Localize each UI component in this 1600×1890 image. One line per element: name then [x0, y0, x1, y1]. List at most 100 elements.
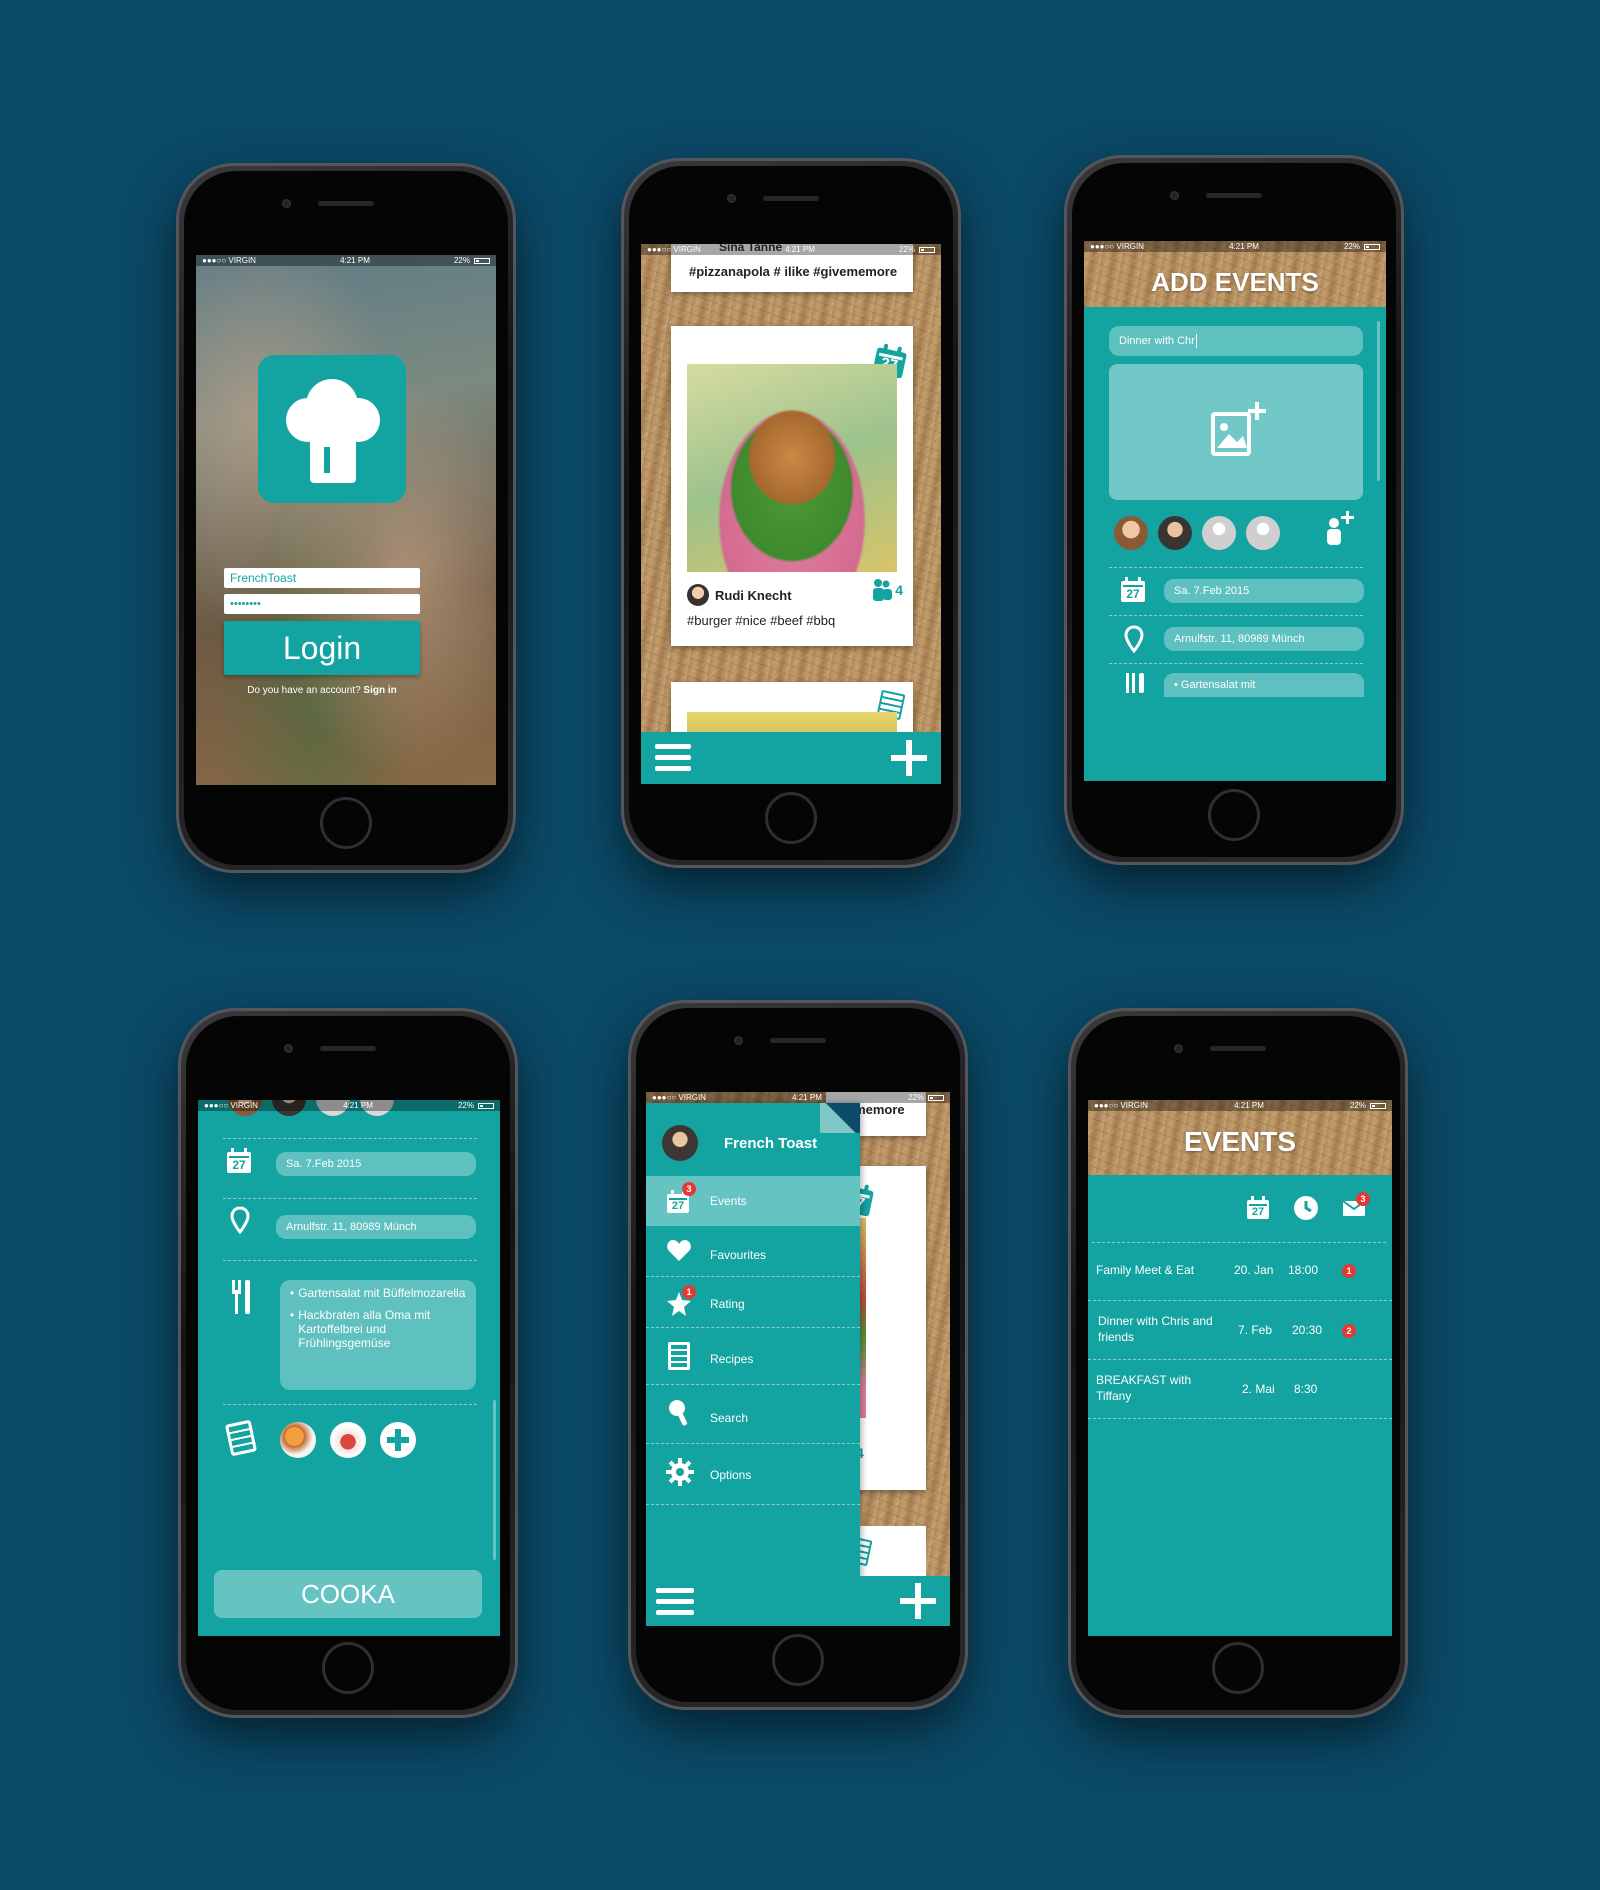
event-date: 20. Jan	[1234, 1263, 1274, 1277]
menu-item-recipes[interactable]: Recipes	[646, 1328, 860, 1385]
sort-bar: 27 3	[1088, 1188, 1392, 1228]
address-field[interactable]: Arnulfstr. 11, 80989 Münch	[1164, 627, 1364, 651]
event-row[interactable]: Dinner with Chris and friends 7. Feb 20:…	[1088, 1301, 1392, 1360]
menu-item-label: Favourites	[710, 1248, 767, 1262]
menu-item-label: Recipes	[710, 1352, 754, 1366]
phone-add-events: ●●●○○ VIRGIN 4:21 PM 22% ADD EVENTS Dinner…	[1064, 155, 1404, 865]
recipe-icon[interactable]	[224, 1419, 258, 1457]
home-button[interactable]	[772, 1634, 824, 1686]
home-button[interactable]	[1208, 789, 1260, 841]
event-row[interactable]: Family Meet & Eat 20. Jan 18:00 1	[1088, 1242, 1392, 1301]
menu-field[interactable]: • Gartensalat mit	[1164, 673, 1364, 697]
calendar-day: 27	[671, 1200, 685, 1212]
card-user-name[interactable]: Rudi Knecht	[715, 588, 792, 603]
login-screen: ●●●○○ VIRGIN4:21 PM22% Login Do you have…	[196, 255, 496, 785]
bottom-bar	[646, 1576, 950, 1626]
guest-avatars	[1114, 511, 1364, 556]
home-button[interactable]	[320, 797, 372, 849]
login-button[interactable]: Login	[224, 621, 420, 675]
app-logo	[258, 355, 406, 503]
avatar[interactable]	[687, 584, 709, 606]
date-field[interactable]: Sa. 7.Feb 2015	[1164, 579, 1364, 603]
events-list: Family Meet & Eat 20. Jan 18:00 1 Dinner…	[1088, 1242, 1392, 1419]
home-button[interactable]	[765, 792, 817, 844]
calendar-day: 27	[232, 1158, 246, 1172]
menu-item-label: Search	[710, 1411, 749, 1425]
menu-item-favourites[interactable]: Favourites	[646, 1226, 860, 1277]
calendar-day: 27	[1126, 587, 1140, 601]
add-icon[interactable]	[900, 1583, 936, 1619]
recipe-thumbnail[interactable]	[280, 1422, 316, 1458]
menu-item: • Gartensalat mit Büffelmozarella	[290, 1286, 466, 1300]
home-button[interactable]	[322, 1642, 374, 1694]
signin-prompt-text: Do you have an account?	[247, 685, 361, 696]
menu-list[interactable]: • Gartensalat mit Büffelmozarella • Hackbr…	[280, 1280, 476, 1390]
menu-item-label: Events	[710, 1194, 747, 1208]
cooka-button[interactable]: COOKA	[214, 1570, 482, 1618]
menu-list: 27 3 Events Favourites 1 Rating Recipes …	[646, 1176, 860, 1505]
calendar-icon: 27	[1120, 577, 1146, 603]
password-input[interactable]	[224, 594, 420, 614]
calendar-icon: 27	[226, 1148, 252, 1174]
date-field[interactable]: Sa. 7.Feb 2015	[276, 1152, 476, 1176]
home-button[interactable]	[1212, 1642, 1264, 1694]
notification-badge: 2	[1342, 1324, 1356, 1338]
avatar-placeholder[interactable]	[1202, 516, 1236, 550]
feed-card[interactable]: 27 Rudi Knecht 4 #burger #nice #beef #bb…	[671, 326, 913, 646]
sort-by-date-button[interactable]: 27	[1246, 1196, 1270, 1220]
event-row[interactable]: BREAKFAST with Tiffany 2. Mai 8:30	[1088, 1360, 1392, 1419]
gear-icon	[666, 1458, 694, 1486]
scrollbar[interactable]	[493, 1400, 496, 1560]
page-title: EVENTS	[1183, 1126, 1297, 1157]
phone-event-detail: ●●●○○ VIRGIN 4:21 PM 22% 27 Sa. 7.Feb 2015…	[178, 1008, 518, 1718]
add-image-icon	[1211, 402, 1266, 456]
menu-item-search[interactable]: Search	[646, 1385, 860, 1444]
card-tags: #pizzanapola # ilike #givememore	[689, 264, 898, 279]
menu-item-events[interactable]: 27 3 Events	[646, 1176, 860, 1226]
side-menu-screen: ●●●○○ VIRGIN4:21 PM22% ivememore 27 4 Fr…	[646, 1092, 950, 1626]
add-recipe-button[interactable]	[380, 1422, 416, 1458]
event-time: 20:30	[1292, 1323, 1323, 1337]
status-bar: ●●●○○ VIRGIN 4:21 PM 22%	[196, 255, 496, 266]
background-photo	[196, 266, 496, 785]
add-guest-icon[interactable]	[1322, 510, 1356, 546]
menu-item-label: Rating	[710, 1297, 745, 1311]
notification-badge: 1	[1342, 1264, 1356, 1278]
avatar-placeholder[interactable]	[1246, 516, 1280, 550]
status-bar: ●●●○○ VIRGIN 4:21 PM 22%	[1084, 241, 1386, 252]
phone-feed: ●●●○○ VIRGIN 4:21 PM 22% Sina Tanne #pizza…	[621, 158, 961, 868]
cutlery-icon	[232, 1280, 250, 1314]
scrollbar[interactable]	[1377, 321, 1380, 481]
recipe-thumbnail[interactable]	[330, 1422, 366, 1458]
sort-by-time-button[interactable]	[1294, 1196, 1318, 1220]
menu-item-rating[interactable]: 1 Rating	[646, 1277, 860, 1328]
location-icon	[230, 1206, 250, 1234]
menu-item-options[interactable]: Options	[646, 1444, 860, 1505]
add-events-screen: ●●●○○ VIRGIN 4:21 PM 22% ADD EVENTS Dinner…	[1084, 241, 1386, 781]
event-name: Dinner with Chris and friends	[1098, 1314, 1213, 1344]
menu-item: • Hackbraten alla Oma mit Kartoffelbrei u…	[290, 1308, 431, 1350]
menu-icon[interactable]	[656, 1588, 694, 1616]
menu-icon[interactable]	[655, 744, 691, 772]
event-name: Family Meet & Eat	[1096, 1263, 1195, 1277]
avatar[interactable]	[662, 1125, 698, 1161]
avatar[interactable]	[1114, 516, 1148, 550]
event-name-input[interactable]: Dinner with Chr	[1109, 326, 1363, 356]
status-bar: ●●●○○ VIRGIN 4:21 PM 22%	[1088, 1100, 1392, 1111]
avatar[interactable]	[1158, 516, 1192, 550]
messages-button[interactable]: 3	[1342, 1192, 1370, 1218]
guest-count: 4	[895, 582, 903, 598]
location-icon	[1124, 625, 1144, 653]
address-field[interactable]: Arnulfstr. 11, 80989 Münch	[276, 1215, 476, 1239]
food-photo[interactable]	[687, 364, 897, 572]
event-name-value: Dinner with Chr	[1119, 335, 1195, 347]
signin-link[interactable]: Sign in	[363, 685, 396, 696]
event-time: 18:00	[1288, 1263, 1319, 1277]
add-icon[interactable]	[891, 740, 927, 776]
add-photo-area[interactable]	[1109, 364, 1363, 500]
search-icon	[669, 1400, 688, 1426]
username-input[interactable]	[224, 568, 420, 588]
page-curl	[820, 1103, 860, 1133]
drawer-username: French Toast	[724, 1135, 818, 1152]
signin-prompt: Do you have an account? Sign in	[196, 685, 448, 696]
